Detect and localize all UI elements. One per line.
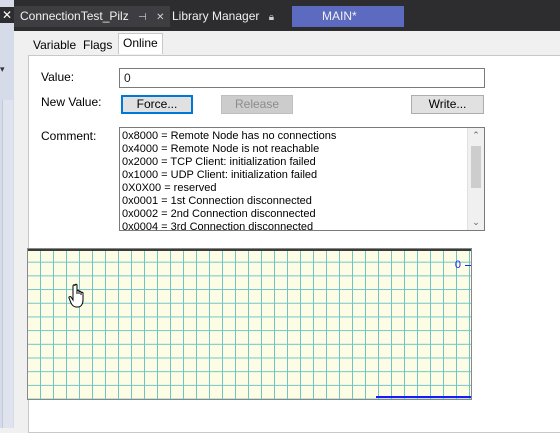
- tab-label: Library Manager: [172, 9, 260, 23]
- tab-flags[interactable]: Flags: [78, 35, 117, 55]
- tab-main[interactable]: MAIN*: [292, 6, 404, 27]
- scroll-down-icon[interactable]: ⌄: [468, 217, 484, 228]
- left-scrollbar[interactable]: [2, 100, 13, 428]
- hand-cursor-icon: [68, 283, 84, 308]
- chart-zero-label: 0: [454, 259, 461, 271]
- tab-library-manager[interactable]: Library Manager 🔒︎: [166, 6, 296, 27]
- release-button[interactable]: Release: [221, 95, 293, 114]
- comment-line: 0x2000 = TCP Client: initialization fail…: [122, 156, 316, 168]
- value-field[interactable]: 0: [119, 68, 485, 88]
- comment-line: 0x0004 = 3rd Connection disconnected: [122, 221, 314, 231]
- scroll-thumb[interactable]: [471, 146, 481, 188]
- document-tab-bar: ConnectionTest_Pilz ⊣ ✕ Library Manager …: [14, 0, 560, 31]
- write-button[interactable]: Write...: [411, 95, 484, 114]
- left-dock-strip: ✕ ▾: [0, 0, 14, 428]
- tab-online[interactable]: Online: [118, 33, 163, 54]
- comment-line: 0x0002 = 2nd Connection disconnected: [122, 208, 316, 220]
- comment-label: Comment:: [41, 129, 97, 143]
- force-button[interactable]: Force...: [121, 95, 193, 114]
- tab-label: ConnectionTest_Pilz: [20, 9, 129, 23]
- comment-line: 0x0001 = 1st Connection disconnected: [122, 195, 312, 207]
- chart-zero-tick: [465, 265, 471, 266]
- comment-scrollbar[interactable]: ⌃ ⌄: [467, 128, 484, 230]
- close-icon[interactable]: ✕: [156, 12, 164, 23]
- comment-line: 0X0X00 = reserved: [122, 182, 217, 194]
- new-value-label: New Value:: [41, 95, 102, 109]
- pin-icon[interactable]: ⊣: [138, 12, 147, 23]
- tab-connectiontest-pilz[interactable]: ConnectionTest_Pilz ⊣ ✕: [14, 6, 170, 27]
- comment-line: 0x8000 = Remote Node has no connections: [122, 130, 337, 142]
- chevron-down-icon[interactable]: ▾: [0, 64, 5, 75]
- trend-chart[interactable]: 0: [27, 248, 472, 400]
- comment-line: 0x4000 = Remote Node is not reachable: [122, 143, 320, 155]
- tab-variable[interactable]: Variable: [28, 35, 81, 55]
- value-label: Value:: [41, 70, 75, 84]
- chart-top-border: [28, 249, 471, 251]
- tab-label: MAIN*: [322, 9, 357, 23]
- comment-textbox[interactable]: 0x8000 = Remote Node has no connections …: [119, 127, 485, 231]
- scroll-up-icon[interactable]: ⌃: [468, 130, 484, 141]
- close-icon[interactable]: ✕: [0, 7, 14, 23]
- comment-line: 0x1000 = UDP Client: initialization fail…: [122, 169, 318, 181]
- chart-trace: [376, 396, 471, 398]
- lock-icon: 🔒︎: [268, 12, 275, 23]
